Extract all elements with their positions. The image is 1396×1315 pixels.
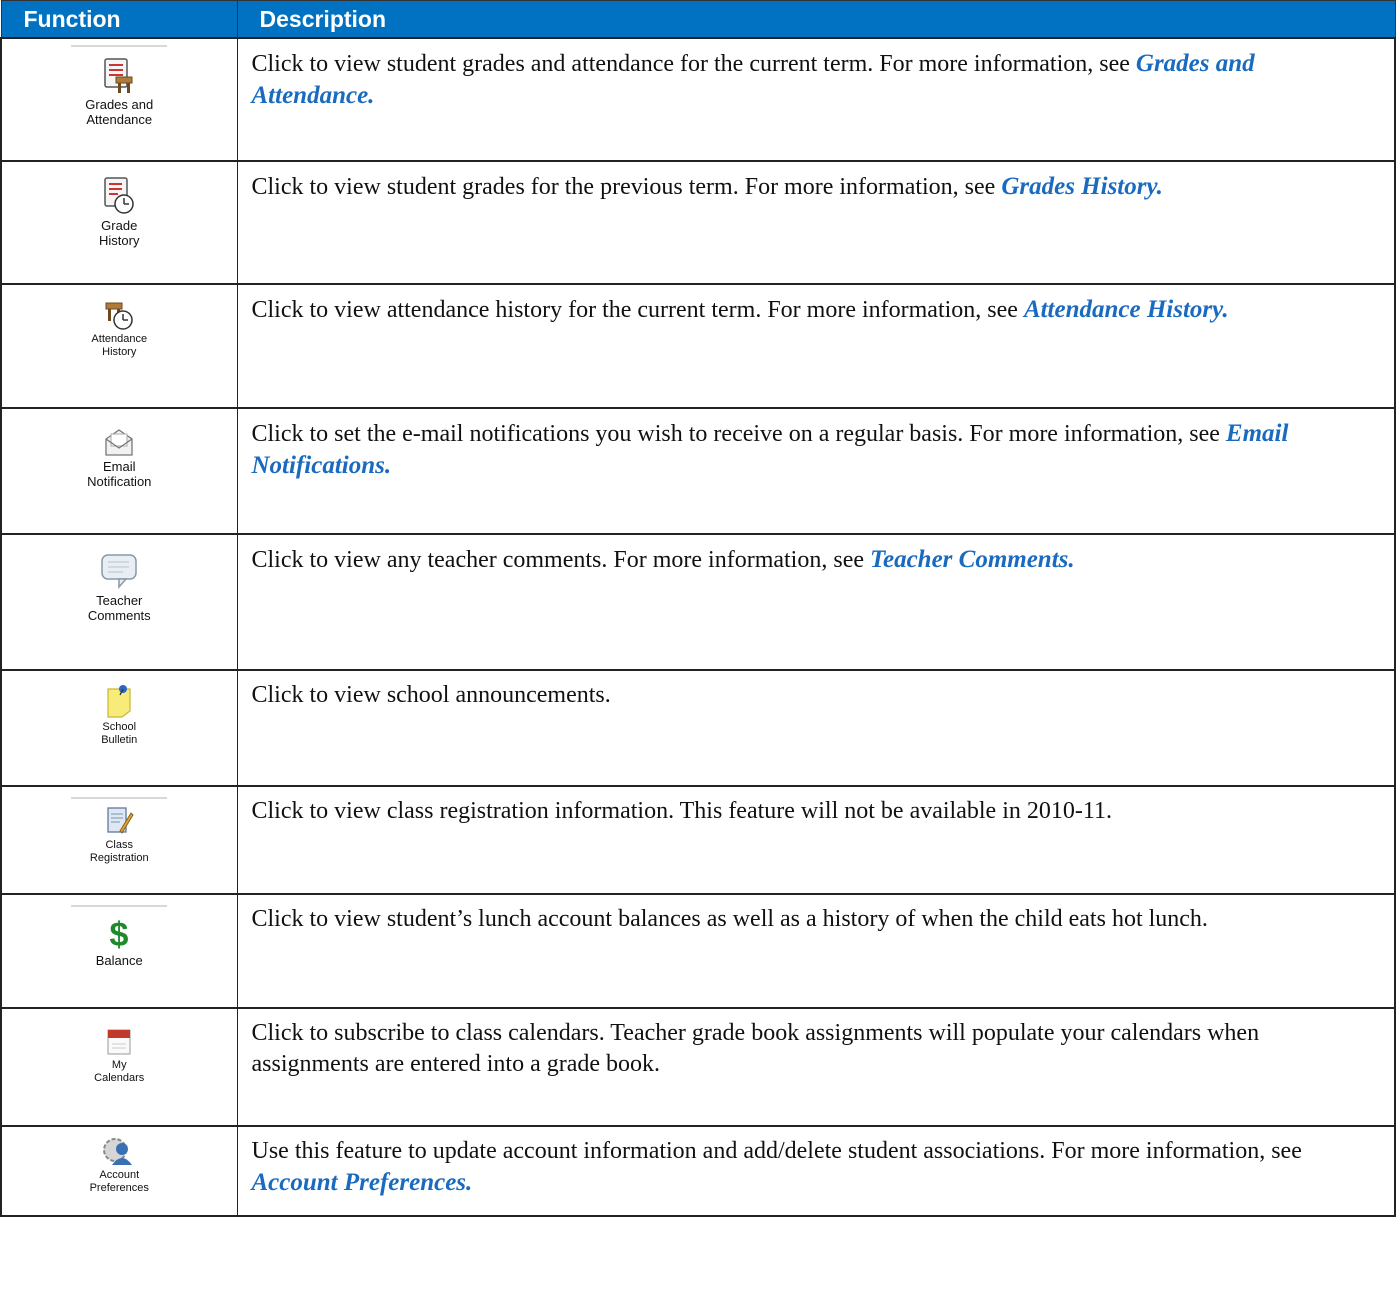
function-cell: Account Preferences (0, 1125, 238, 1217)
description-text: Click to view class registration informa… (251, 798, 1112, 824)
description-cell: Click to view school announcements. (236, 669, 1396, 787)
envelope-icon (105, 429, 133, 456)
function-cell: $ Balance (0, 893, 238, 1009)
grades-attendance-icon (104, 58, 133, 93)
calendar-icon (107, 1029, 131, 1055)
function-cell: Grades and Attendance (0, 37, 238, 162)
account-preferences-button[interactable]: Account Preferences (2, 1137, 237, 1195)
link-grades-history[interactable]: Grades History. (1001, 173, 1163, 200)
grades-attendance-button[interactable]: Grades and Attendance (2, 57, 237, 127)
email-notification-button[interactable]: Email Notification (2, 427, 237, 489)
description-text: Click to view any teacher comments. For … (251, 547, 870, 573)
description-cell: Click to view any teacher comments. For … (236, 533, 1396, 671)
icon-divider (71, 45, 168, 47)
icon-divider (71, 797, 168, 799)
table-row: Class Registration Click to view class r… (0, 785, 1396, 895)
icon-label: My Calendars (94, 1059, 145, 1084)
teacher-comments-button[interactable]: Teacher Comments (2, 551, 237, 623)
attendance-history-icon (105, 302, 133, 330)
table-row: School Bulletin Click to view school ann… (0, 669, 1396, 787)
class-registration-icon (107, 807, 134, 834)
function-cell: Grade History (0, 160, 238, 285)
table-header-row: Function Description (0, 0, 1396, 39)
icon-label: School Bulletin (101, 721, 138, 746)
description-cell: Click to view student grades and attenda… (236, 37, 1396, 162)
icon-label: Class Registration (89, 839, 149, 864)
icon-label: Grade History (99, 218, 140, 248)
function-cell: Email Notification (0, 407, 238, 535)
description-text: Click to set the e-mail notifications yo… (251, 421, 1226, 447)
table-row: Teacher Comments Click to view any teach… (0, 533, 1396, 671)
icon-label: Email Notification (87, 459, 152, 489)
svg-text:$: $ (110, 916, 129, 951)
description-cell: Click to view class registration informa… (236, 785, 1396, 895)
sticky-note-icon (107, 685, 131, 718)
column-header-function: Function (0, 0, 238, 39)
class-registration-button[interactable]: Class Registration (2, 805, 237, 865)
function-table: Function Description Grades and Attendan… (0, 0, 1396, 1217)
grade-history-icon (104, 177, 134, 214)
description-cell: Click to view student’s lunch account ba… (236, 893, 1396, 1009)
attendance-history-button[interactable]: Attendance History (2, 299, 237, 359)
icon-divider (71, 905, 168, 907)
description-text: Click to view attendance history for the… (251, 297, 1024, 323)
description-text: Click to view school announcements. (251, 682, 611, 708)
balance-button[interactable]: $ Balance (2, 915, 237, 968)
icon-label: Teacher Comments (87, 593, 151, 623)
function-cell: Class Registration (0, 785, 238, 895)
link-account-preferences[interactable]: Account Preferences. (252, 1169, 473, 1196)
description-text: Click to view student grades for the pre… (251, 174, 1002, 200)
description-text: Click to view student’s lunch account ba… (251, 906, 1208, 932)
function-cell: School Bulletin (0, 669, 238, 787)
icon-label: Attendance History (91, 333, 148, 358)
column-header-description: Description (236, 0, 1396, 39)
description-cell: Click to view student grades for the pre… (236, 160, 1396, 285)
description-cell: Click to subscribe to class calendars. T… (236, 1007, 1396, 1127)
description-text: Click to subscribe to class calendars. T… (251, 1020, 1260, 1077)
description-cell: Click to view attendance history for the… (236, 283, 1396, 409)
table-row: Attendance History Click to view attenda… (0, 283, 1396, 409)
function-cell: Teacher Comments (0, 533, 238, 671)
school-bulletin-button[interactable]: School Bulletin (2, 683, 237, 747)
function-cell: My Calendars (0, 1007, 238, 1127)
table-row: My Calendars Click to subscribe to class… (0, 1007, 1396, 1127)
icon-label: Balance (95, 953, 143, 968)
link-teacher-comments[interactable]: Teacher Comments. (870, 546, 1075, 573)
my-calendars-button[interactable]: My Calendars (2, 1027, 237, 1085)
account-preferences-icon (103, 1138, 133, 1165)
table-row: Account Preferences Use this feature to … (0, 1125, 1396, 1217)
dollar-icon: $ (110, 916, 129, 951)
link-attendance-history[interactable]: Attendance History. (1024, 296, 1229, 323)
table-row: Grade History Click to view student grad… (0, 160, 1396, 285)
grade-history-button[interactable]: Grade History (2, 176, 237, 248)
speech-bubble-icon (101, 554, 137, 589)
description-text: Use this feature to update account infor… (251, 1138, 1302, 1164)
description-cell: Click to set the e-mail notifications yo… (236, 407, 1396, 535)
table-row: Email Notification Click to set the e-ma… (0, 407, 1396, 535)
description-cell: Use this feature to update account infor… (236, 1125, 1396, 1217)
icon-label: Grades and Attendance (85, 97, 154, 127)
table-row: Grades and Attendance Click to view stud… (0, 37, 1396, 162)
function-cell: Attendance History (0, 283, 238, 409)
description-text: Click to view student grades and attenda… (251, 51, 1136, 77)
icon-label: Account Preferences (89, 1169, 149, 1194)
table-row: $ Balance Click to view student’s lunch … (0, 893, 1396, 1009)
